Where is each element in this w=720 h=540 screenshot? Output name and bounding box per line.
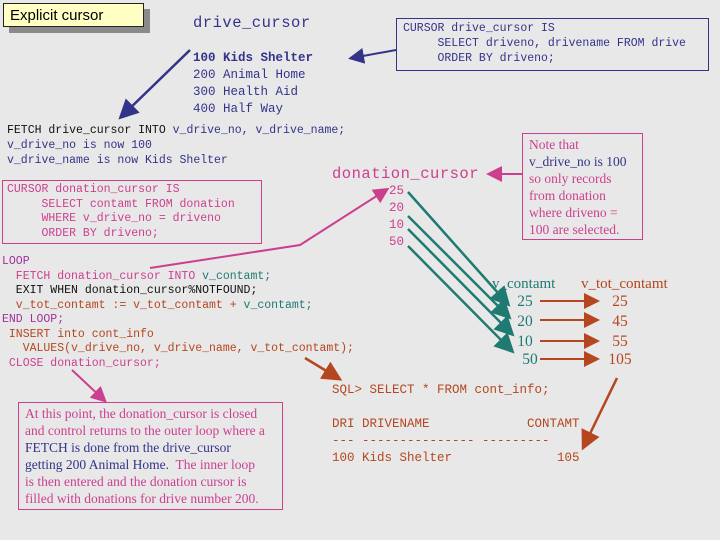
sql-spacer	[332, 399, 580, 416]
fetch-keyword: FETCH drive_cursor INTO	[7, 124, 173, 137]
fetch-text: FETCH donation_cursor INTO	[2, 269, 203, 283]
tot-contamt-value: 25	[612, 293, 628, 310]
sql-separator: --- --------------- ---------	[332, 434, 550, 448]
arrow-total-to-sql	[581, 377, 619, 451]
close-statement: CLOSE donation_cursor;	[2, 356, 161, 370]
fetch-result-no: v_drive_no is now 100	[7, 139, 152, 152]
note-line: where driveno =	[529, 205, 618, 220]
tot-contamt-value: 105	[608, 351, 632, 368]
fetch-block: FETCH drive_cursor INTO v_drive_no, v_dr…	[7, 123, 345, 168]
code-line: ORDER BY driveno;	[403, 52, 555, 65]
code-line: ORDER BY driveno;	[7, 226, 159, 240]
code-line: CURSOR donation_cursor IS	[7, 183, 180, 196]
sql-row: 100 Kids Shelter 105	[332, 451, 580, 465]
note-line: is then entered and the donation cursor …	[25, 474, 247, 489]
note-line: getting 200 Animal Home. The inner loop	[25, 456, 282, 473]
tot-contamt-value: 55	[612, 333, 628, 350]
donation-value: 20	[389, 201, 405, 215]
donation-cursor-definition-box: CURSOR donation_cursor IS SELECT contamt…	[2, 180, 262, 244]
note-line: v_drive_no is 100	[529, 154, 627, 169]
note-text: The inner loop	[175, 457, 255, 472]
donation-value: 50	[389, 235, 405, 249]
note-line: FETCH is done from the drive_cursor	[25, 440, 231, 455]
loop-fetch: FETCH donation_cursor INTO v_contamt;	[2, 270, 354, 285]
code-line: SELECT driveno, drivename FROM drive	[403, 37, 686, 50]
arrow-row-to-fetch	[118, 49, 191, 120]
arrow-close-to-note	[71, 369, 107, 403]
tot-contamt-value: 45	[612, 313, 628, 330]
drive-cursor-label: drive_cursor	[193, 14, 311, 32]
sql-output: SQL> SELECT * FROM cont_info; DRI DRIVEN…	[332, 382, 580, 467]
drive-row: 400 Half Way	[193, 101, 313, 118]
note-box-driveno: Note that v_drive_no is 100 so only reco…	[522, 133, 643, 240]
drive-cursor-rows: 100 Kids Shelter 200 Animal Home 300 Hea…	[193, 50, 313, 118]
note-line: At this point, the donation_cursor is cl…	[25, 406, 258, 421]
tot-contamt-header: v_tot_contamt	[581, 276, 668, 292]
drive-row-current: 100 Kids Shelter	[193, 50, 313, 67]
slide-title: Explicit cursor	[3, 3, 144, 27]
fetch-statement: FETCH drive_cursor INTO v_drive_no, v_dr…	[7, 123, 345, 138]
note-line: 100 are selected.	[529, 222, 620, 237]
drive-no: 400	[193, 102, 216, 116]
contamt-value: 10	[517, 333, 533, 350]
note-text: getting 200 Animal Home.	[25, 457, 176, 472]
drive-row: 200 Animal Home	[193, 67, 313, 84]
drive-name: Kids Shelter	[223, 51, 314, 65]
accumulate-var: v_contamt;	[243, 298, 313, 312]
code-line: CURSOR drive_cursor IS	[403, 22, 555, 35]
contamt-header: v_contamt	[492, 276, 556, 292]
sql-query: SQL> SELECT * FROM cont_info;	[332, 383, 550, 397]
drive-name: Health Aid	[223, 85, 299, 99]
loop-end: END LOOP;	[2, 313, 65, 326]
note-line: filled with donations for drive number 2…	[25, 491, 259, 506]
code-line: WHERE v_drive_no = driveno	[7, 212, 221, 225]
insert-values: VALUES(v_drive_no, v_drive_name, v_tot_c…	[2, 342, 354, 355]
donation-cursor-values: 25 20 10 50	[389, 183, 404, 251]
fetch-result-name: v_drive_name is now Kids Shelter	[7, 154, 228, 167]
note-line: so only records	[529, 171, 612, 186]
fetch-vars: v_drive_no, v_drive_name;	[172, 124, 346, 137]
drive-row: 300 Health Aid	[193, 84, 313, 101]
note-line: Note that	[529, 137, 579, 152]
arrow-def-to-row	[348, 47, 397, 64]
drive-no: 200	[193, 68, 216, 82]
loop-block: LOOP FETCH donation_cursor INTO v_contam…	[2, 255, 354, 371]
arrow-donation-to-contamt	[407, 215, 512, 320]
drive-no: 300	[193, 85, 216, 99]
contamt-value: 25	[517, 293, 533, 310]
contamt-value: 20	[517, 313, 533, 330]
drive-name: Animal Home	[223, 68, 306, 82]
donation-value: 10	[389, 218, 405, 232]
arrow-donation-to-contamt	[407, 245, 515, 354]
note-line: and control returns to the outer loop wh…	[25, 423, 265, 438]
drive-no: 100	[193, 51, 216, 65]
note-line: from donation	[529, 188, 606, 203]
donation-cursor-label: donation_cursor	[332, 165, 480, 183]
insert-statement: INSERT into cont_info	[2, 327, 154, 341]
donation-value: 25	[389, 184, 405, 198]
sql-header: DRI DRIVENAME CONTAMT	[332, 417, 580, 431]
accumulate-text: v_tot_contamt := v_tot_contamt +	[2, 298, 244, 312]
loop-exit: EXIT WHEN donation_cursor%NOTFOUND;	[2, 284, 258, 297]
code-line: SELECT contamt FROM donation	[7, 197, 235, 211]
fetch-var: v_contamt;	[202, 269, 272, 283]
contamt-value: 50	[522, 351, 538, 368]
loop-start: LOOP	[2, 255, 30, 268]
drive-cursor-definition-box: CURSOR drive_cursor IS SELECT driveno, d…	[396, 18, 709, 71]
loop-accumulate: v_tot_contamt := v_tot_contamt + v_conta…	[2, 299, 354, 314]
note-box-outer-loop: At this point, the donation_cursor is cl…	[18, 402, 283, 510]
drive-name: Half Way	[223, 102, 284, 116]
